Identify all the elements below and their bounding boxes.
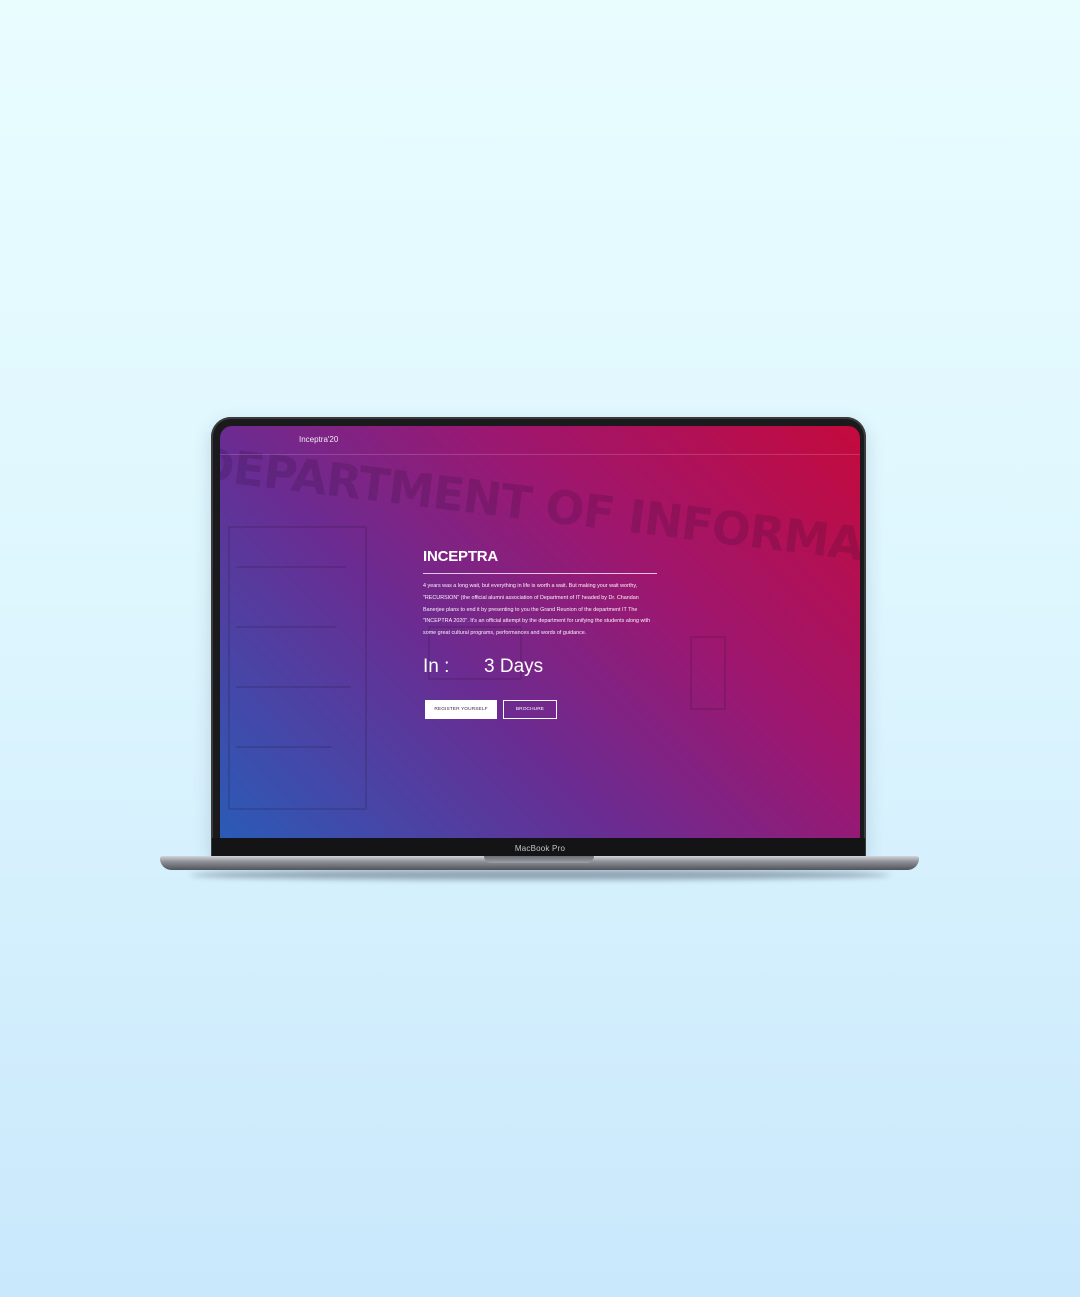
hero-section: INCEPTRA 4 years was a long wait, but ev… (423, 548, 659, 719)
hero-description: 4 years was a long wait, but everything … (423, 583, 651, 637)
laptop-mockup: DEPARTMENT OF INFORMATION TECHNOLOGY Inc… (0, 0, 1080, 1297)
countdown-value: 3 Days (484, 655, 544, 677)
background-frame (690, 636, 726, 710)
laptop-shadow (190, 870, 890, 880)
countdown-label: In : (423, 655, 450, 677)
register-button[interactable]: REGISTER YOURSELF (425, 699, 497, 719)
background-board-line (236, 746, 331, 748)
device-label: MacBook Pro (514, 844, 566, 853)
background-board-line (236, 566, 346, 568)
nav-brand[interactable]: Inceptra'20 (299, 435, 338, 444)
laptop-screen: DEPARTMENT OF INFORMATION TECHNOLOGY Inc… (220, 426, 860, 838)
laptop-base-notch (484, 856, 594, 863)
hero-title: INCEPTRA (423, 548, 499, 565)
hero-divider (423, 573, 657, 574)
countdown: In : 3 Days (423, 656, 659, 678)
background-notice-board (228, 526, 367, 810)
nav-divider (220, 454, 860, 455)
brochure-button[interactable]: BROCHURE (503, 699, 557, 719)
hero-buttons: REGISTER YOURSELF BROCHURE (425, 699, 659, 719)
background-board-line (236, 626, 336, 628)
background-board-line (236, 686, 351, 688)
